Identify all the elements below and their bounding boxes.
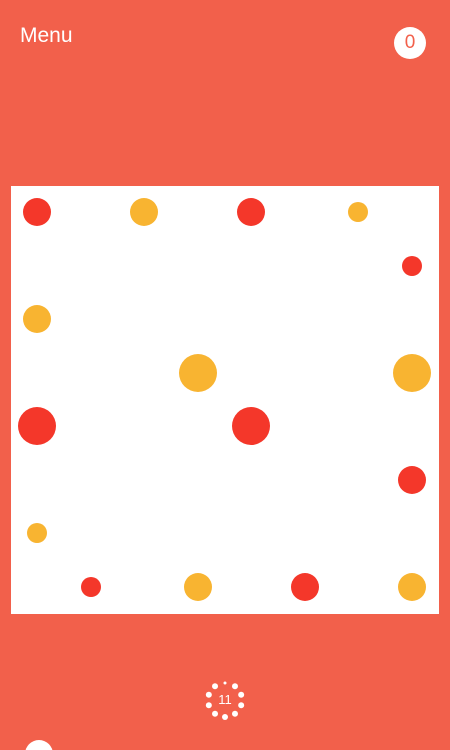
dot-red[interactable] xyxy=(18,407,57,446)
dot-yellow[interactable] xyxy=(392,353,431,392)
dot-yellow[interactable] xyxy=(397,572,426,601)
timer: 11 xyxy=(201,678,249,722)
dot-red[interactable] xyxy=(232,407,271,446)
dot-red[interactable] xyxy=(23,198,52,227)
dot-yellow[interactable] xyxy=(348,202,369,223)
dot-red[interactable] xyxy=(290,572,319,601)
dot-yellow[interactable] xyxy=(183,572,212,601)
game-board xyxy=(11,186,439,614)
dot-yellow[interactable] xyxy=(130,198,159,227)
dot-red[interactable] xyxy=(401,255,422,276)
timer-value: 11 xyxy=(218,692,232,707)
menu-button[interactable]: Menu xyxy=(20,24,73,48)
score-badge: 0 xyxy=(394,27,426,59)
game-screen: Menu 0 11 xyxy=(0,0,450,750)
dot-red[interactable] xyxy=(80,576,101,597)
circle-button-icon[interactable] xyxy=(25,740,53,750)
dot-yellow[interactable] xyxy=(27,523,48,544)
dot-red[interactable] xyxy=(397,465,426,494)
dot-red[interactable] xyxy=(237,198,266,227)
dot-yellow[interactable] xyxy=(178,353,217,392)
dot-yellow[interactable] xyxy=(23,305,52,334)
